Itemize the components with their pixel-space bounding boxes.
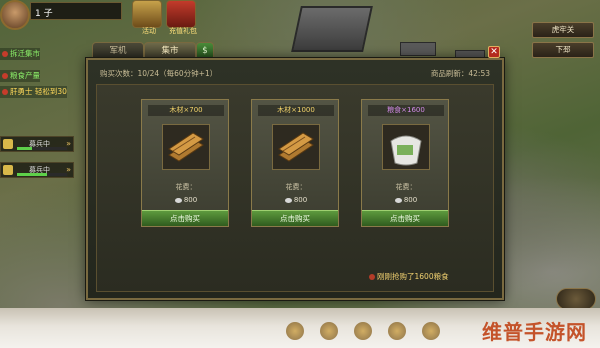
- city-fortress[interactable]: [291, 6, 373, 52]
- market-item-card: 木材×1000 花费： 800 点击购买: [251, 99, 339, 227]
- menu-icon[interactable]: [320, 322, 338, 340]
- market-items-panel: 木材×700 花费： 800 点击购买 木材×1000 花费： 800 点击购买…: [96, 84, 494, 292]
- menu-icon[interactable]: [354, 322, 372, 340]
- refresh-timer: 商品刷新：42:53: [430, 69, 490, 78]
- quest-dot-icon: [2, 51, 8, 57]
- item-name: 木材×700: [148, 105, 224, 116]
- buy-button[interactable]: 点击购买: [362, 210, 448, 226]
- notice-text: 刚刚抢购了1600粮食: [377, 272, 449, 281]
- item-price: 800: [252, 196, 340, 204]
- close-button[interactable]: ✕: [488, 46, 500, 58]
- troop-slot[interactable]: 募兵中 »: [0, 136, 74, 152]
- quest-text: 粮食产量: [10, 71, 40, 80]
- price-value: 800: [403, 196, 418, 204]
- location-button-xiapi[interactable]: 下邳: [532, 42, 594, 58]
- troop-progress: [17, 173, 67, 176]
- site-watermark: 维普手游网: [482, 320, 587, 344]
- price-value: 800: [293, 196, 308, 204]
- gift-label: 充值礼包: [169, 27, 197, 35]
- wood-icon: [162, 124, 210, 170]
- quest-line[interactable]: 拆迁集市: [0, 48, 40, 60]
- price-label: 花费：: [285, 183, 307, 191]
- item-price: 800: [142, 196, 230, 204]
- quest-line[interactable]: 粮食产量: [0, 70, 40, 82]
- player-avatar[interactable]: [0, 0, 30, 30]
- activity-icon[interactable]: 活动: [132, 0, 162, 35]
- player-level: 1 子: [35, 9, 53, 19]
- price-label: 花费：: [175, 183, 197, 191]
- menu-icon[interactable]: [422, 322, 440, 340]
- buy-button[interactable]: 点击购买: [252, 210, 338, 226]
- market-dialog: 购买次数：10/24（每60分钟+1） 商品刷新：42:53 木材×700 花费…: [86, 58, 504, 300]
- price-value: 800: [183, 196, 198, 204]
- location-button-hulaoguan[interactable]: 虎牢关: [532, 22, 594, 38]
- quest-line[interactable]: 肝勇士 轻松到30: [0, 86, 67, 98]
- market-item-card: 木材×700 花费： 800 点击购买: [141, 99, 229, 227]
- troop-slot[interactable]: 募兵中 »: [0, 162, 74, 178]
- menu-icon[interactable]: [286, 322, 304, 340]
- wood-icon: [272, 124, 320, 170]
- activity-label: 活动: [142, 27, 156, 35]
- buy-button[interactable]: 点击购买: [142, 210, 228, 226]
- troop-flag-icon: [3, 165, 13, 175]
- market-item-card: 粮食×1600 花费： 800 点击购买: [361, 99, 449, 227]
- menu-icon[interactable]: [388, 322, 406, 340]
- silver-coin-icon: [174, 197, 182, 203]
- notice-icon: [369, 274, 375, 280]
- player-level-bar: 1 子: [30, 2, 122, 20]
- purchase-notice: 刚刚抢购了1600粮食: [369, 271, 449, 282]
- item-name: 粮食×1600: [368, 105, 444, 116]
- quest-text: 拆迁集市: [10, 49, 40, 58]
- building-icon[interactable]: [400, 42, 436, 56]
- troop-progress: [17, 147, 67, 150]
- quest-dot-icon: [2, 73, 8, 79]
- market-info-row: 购买次数：10/24（每60分钟+1） 商品刷新：42:53: [96, 68, 496, 80]
- silver-coin-icon: [284, 197, 292, 203]
- price-label: 花费：: [395, 183, 417, 191]
- buy-count-text: 购买次数：10/24（每60分钟+1）: [100, 69, 218, 78]
- silver-coin-icon: [394, 197, 402, 203]
- gift-icon[interactable]: 充值礼包: [166, 0, 197, 35]
- settings-icon[interactable]: [556, 288, 596, 310]
- quest-dot-icon: [2, 89, 8, 95]
- item-name: 木材×1000: [258, 105, 334, 116]
- item-price: 800: [362, 196, 450, 204]
- troop-flag-icon: [3, 139, 13, 149]
- quest-text: 肝勇士 轻松到30: [10, 87, 67, 96]
- grain-sack-icon: [382, 124, 430, 170]
